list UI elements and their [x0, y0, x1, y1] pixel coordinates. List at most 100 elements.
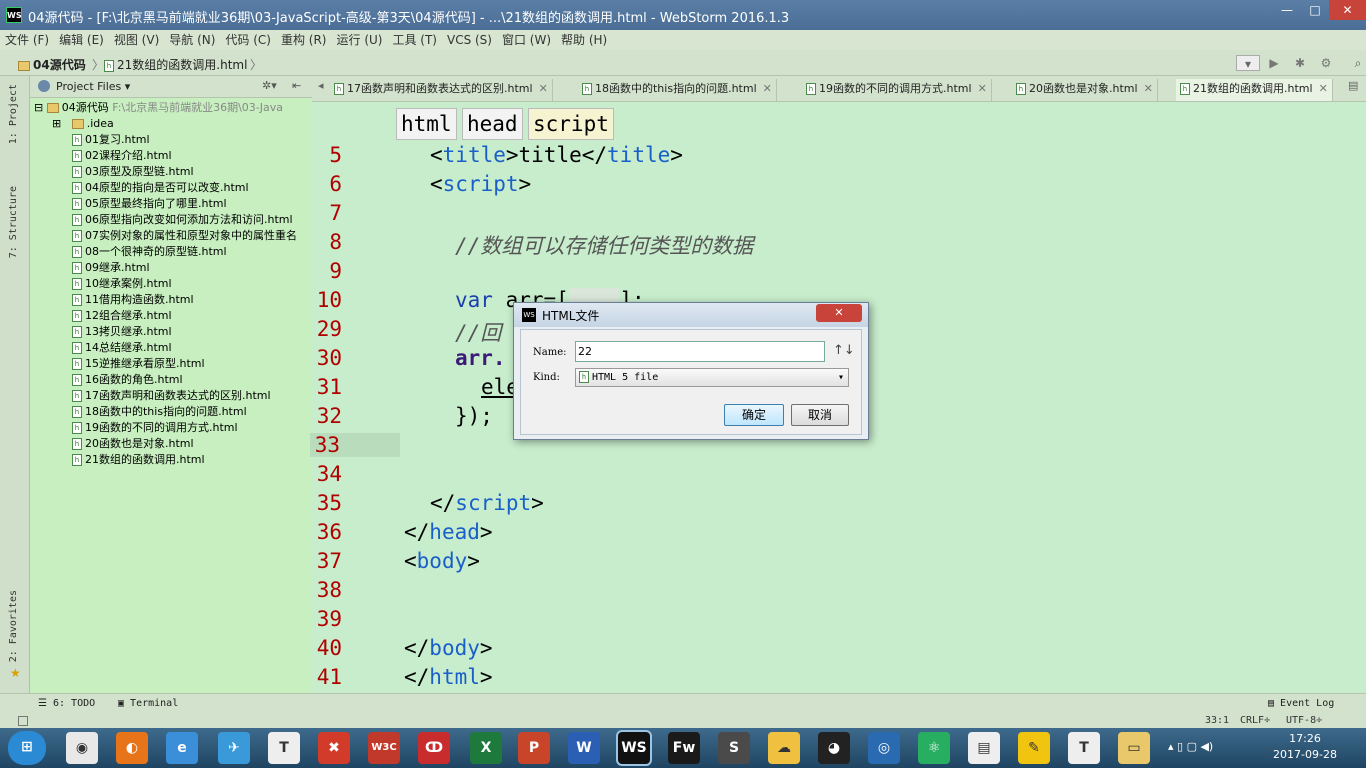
tab-17[interactable]: h 17函数声明和函数表达式的区别.html ✕: [330, 79, 553, 101]
tree-file-item[interactable]: h 11借用构造函数.html: [72, 292, 194, 308]
feiq-icon[interactable]: ✈: [218, 732, 250, 764]
debug-icon[interactable]: ✱: [1292, 55, 1308, 71]
dialog-close-button[interactable]: ✕: [816, 304, 862, 322]
project-view-selector[interactable]: Project Files ▾: [56, 80, 130, 93]
w3c-icon[interactable]: W3C: [368, 732, 400, 764]
tree-file-item[interactable]: h 08一个很神奇的原型链.html: [72, 244, 227, 260]
tree-file-item[interactable]: h 09继承.html: [72, 260, 150, 276]
menu-view[interactable]: 视图 (V): [109, 30, 164, 50]
menu-window[interactable]: 窗口 (W): [497, 30, 556, 50]
pencil-icon[interactable]: ✎: [1018, 732, 1050, 764]
system-clock[interactable]: 17:26 2017-09-28: [1270, 731, 1340, 763]
menu-vcs[interactable]: VCS (S): [442, 30, 497, 50]
breadcrumb-script[interactable]: script: [528, 108, 614, 140]
menu-tools[interactable]: 工具 (T): [387, 30, 442, 50]
word-icon[interactable]: W: [568, 732, 600, 764]
atom-icon[interactable]: ⚛: [918, 732, 950, 764]
tab-close-icon[interactable]: ✕: [978, 82, 987, 95]
menu-edit[interactable]: 编辑 (E): [54, 30, 109, 50]
tree-file-item[interactable]: h 13拷贝继承.html: [72, 324, 172, 340]
tree-file-item[interactable]: h 19函数的不同的调用方式.html: [72, 420, 238, 436]
name-input[interactable]: [575, 341, 825, 362]
weather-icon[interactable]: ☁: [768, 732, 800, 764]
tree-file-item[interactable]: h 05原型最终指向了哪里.html: [72, 196, 227, 212]
tray-icons[interactable]: ▴ ▯ ▢ ◀): [1168, 740, 1213, 753]
breadcrumb-head[interactable]: head: [462, 108, 523, 140]
tab-overflow-icon[interactable]: ▤: [1348, 79, 1358, 92]
tab-20[interactable]: h 20函数也是对象.html ✕: [1012, 79, 1158, 101]
line-separator[interactable]: CRLF÷: [1240, 715, 1270, 726]
nav-crumb-project[interactable]: 04源代码: [18, 56, 86, 73]
project-tool-tab[interactable]: 1: Project: [8, 84, 19, 144]
tab-close-icon[interactable]: ✕: [1144, 82, 1153, 95]
search-icon[interactable]: ⌕: [1350, 55, 1366, 71]
run-config-dropdown[interactable]: ▾: [1236, 55, 1260, 71]
tree-file-item[interactable]: h 21数组的函数调用.html: [72, 452, 205, 468]
file-encoding[interactable]: UTF-8÷: [1286, 715, 1322, 726]
todo-tool-button[interactable]: ☰ 6: TODO: [38, 698, 95, 709]
tab-19[interactable]: h 19函数的不同的调用方式.html ✕: [802, 79, 992, 101]
kind-select[interactable]: h HTML 5 file ▾: [575, 368, 849, 387]
tab-21-active[interactable]: h 21数组的函数调用.html ✕: [1176, 79, 1333, 101]
tree-file-item[interactable]: h 04原型的指向是否可以改变.html: [72, 180, 249, 196]
start-icon[interactable]: ⊞: [8, 731, 46, 765]
close-button[interactable]: ✕: [1329, 0, 1366, 20]
minimize-button[interactable]: —: [1273, 0, 1301, 20]
sort-icon[interactable]: ↑↓: [833, 343, 855, 358]
tree-file-item[interactable]: h 10继承案例.html: [72, 276, 172, 292]
menu-navigate[interactable]: 导航 (N): [164, 30, 220, 50]
tree-file-item[interactable]: h 07实例对象的属性和原型对象中的属性重名: [72, 228, 297, 244]
menu-help[interactable]: 帮助 (H): [556, 30, 612, 50]
scroll-left-icon[interactable]: ◂: [318, 79, 324, 92]
fireworks-icon[interactable]: Fw: [668, 732, 700, 764]
excel-icon[interactable]: X: [470, 732, 502, 764]
tab-18[interactable]: h 18函数中的this指向的问题.html ✕: [578, 79, 777, 101]
run-icon[interactable]: ▶: [1266, 55, 1282, 71]
video-icon[interactable]: ◎: [868, 732, 900, 764]
breadcrumb-html[interactable]: html: [396, 108, 457, 140]
typora2-icon[interactable]: T: [1068, 732, 1100, 764]
typora-icon[interactable]: T: [268, 732, 300, 764]
menu-refactor[interactable]: 重构 (R): [276, 30, 332, 50]
tree-file-item[interactable]: h 06原型指向改变如何添加方法和访问.html: [72, 212, 293, 228]
ie-icon[interactable]: e: [166, 732, 198, 764]
structure-tool-tab[interactable]: 7: Structure: [8, 186, 19, 258]
notepad-icon[interactable]: ▤: [968, 732, 1000, 764]
foxit-icon[interactable]: ↀ: [418, 732, 450, 764]
menu-file[interactable]: 文件 (F): [0, 30, 54, 50]
event-log-button[interactable]: ▤ Event Log: [1268, 698, 1334, 709]
maximize-button[interactable]: □: [1301, 0, 1329, 20]
tree-root[interactable]: ⊟ 04源代码 F:\北京黑马前端就业36期\03-Java: [34, 100, 283, 116]
status-toggle-icon[interactable]: [18, 716, 28, 726]
cancel-button[interactable]: 取消: [791, 404, 849, 426]
tree-file-item[interactable]: h 14总结继承.html: [72, 340, 172, 356]
tab-close-icon[interactable]: ✕: [539, 82, 548, 95]
menu-code[interactable]: 代码 (C): [220, 30, 276, 50]
tab-close-icon[interactable]: ✕: [763, 82, 772, 95]
terminal-tool-button[interactable]: ▣ Terminal: [118, 698, 178, 709]
nav-crumb-file[interactable]: h 21数组的函数调用.html: [104, 56, 247, 73]
firefox-icon[interactable]: ◐: [116, 732, 148, 764]
tree-file-item[interactable]: h 01复习.html: [72, 132, 150, 148]
tree-file-item[interactable]: h 17函数声明和函数表达式的区别.html: [72, 388, 271, 404]
sublime-icon[interactable]: S: [718, 732, 750, 764]
tree-folder-idea[interactable]: ⊞ .idea: [52, 116, 114, 132]
tab-close-icon[interactable]: ✕: [1319, 82, 1328, 95]
caret-position[interactable]: 33:1: [1205, 715, 1229, 726]
tree-file-item[interactable]: h 16函数的角色.html: [72, 372, 183, 388]
tree-file-item[interactable]: h 20函数也是对象.html: [72, 436, 194, 452]
powerpoint-icon[interactable]: P: [518, 732, 550, 764]
xmind-icon[interactable]: ✖: [318, 732, 350, 764]
folder-icon[interactable]: ▭: [1118, 732, 1150, 764]
ok-button[interactable]: 确定: [724, 404, 784, 426]
gear-icon[interactable]: ✲▾: [262, 79, 277, 92]
tree-file-item[interactable]: h 02课程介绍.html: [72, 148, 172, 164]
tree-file-item[interactable]: h 18函数中的this指向的问题.html: [72, 404, 247, 420]
tree-file-item[interactable]: h 15逆推继承看原型.html: [72, 356, 205, 372]
qq-icon[interactable]: ◕: [818, 732, 850, 764]
settings-icon[interactable]: ⚙: [1318, 55, 1334, 71]
tree-file-item[interactable]: h 12组合继承.html: [72, 308, 172, 324]
webstorm-icon[interactable]: WS: [616, 730, 652, 766]
favorites-tool-tab[interactable]: 2: Favorites: [8, 590, 19, 662]
tree-file-item[interactable]: h 03原型及原型链.html: [72, 164, 194, 180]
